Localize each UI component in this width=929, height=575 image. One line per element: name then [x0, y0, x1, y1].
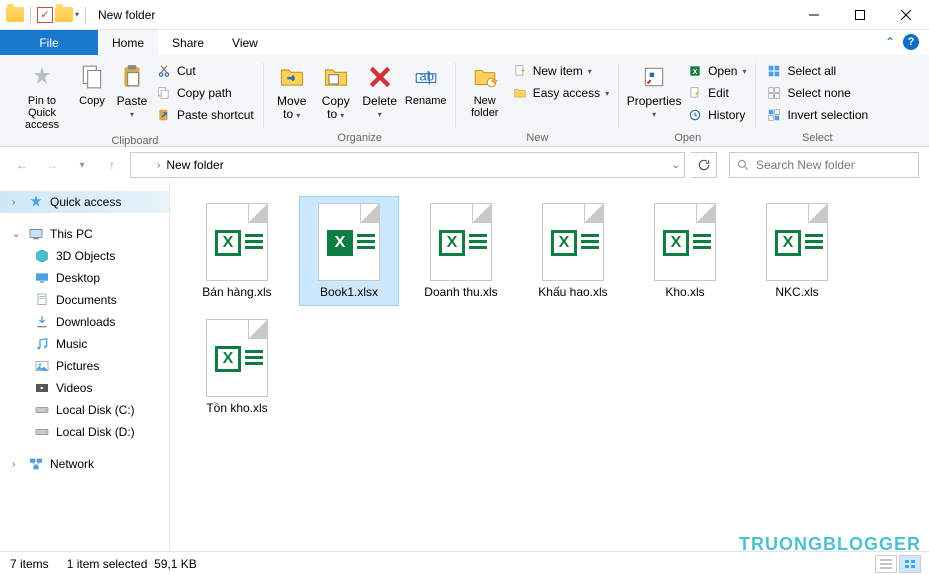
file-item[interactable]: X Doanh thu.xls	[412, 197, 510, 305]
recent-dropdown[interactable]: ▾	[70, 153, 94, 177]
open-button[interactable]: XOpen ▾	[683, 61, 750, 81]
file-name: Bán hàng.xls	[202, 285, 271, 299]
file-item[interactable]: X NKC.xls	[748, 197, 846, 305]
new-item-button[interactable]: ✦New item ▾	[508, 61, 613, 81]
rename-button[interactable]: ab Rename	[402, 59, 450, 109]
tree-quick-access[interactable]: ›Quick access	[0, 191, 169, 213]
pin-button[interactable]: Pin to Quick access	[12, 59, 72, 133]
svg-text:✦: ✦	[520, 67, 526, 75]
status-selected: 1 item selected 59,1 KB	[67, 557, 197, 571]
refresh-button[interactable]	[691, 152, 717, 178]
excel-file-icon: X	[318, 203, 380, 281]
ribbon: Pin to Quick access Copy Paste ▾ Cut Cop…	[0, 55, 929, 147]
file-item[interactable]: X Book1.xlsx	[300, 197, 398, 305]
breadcrumb-loc[interactable]: New folder	[166, 158, 223, 172]
file-item[interactable]: X Khấu hao.xls	[524, 197, 622, 305]
group-open: Properties ▾ XOpen ▾ Edit History Open	[619, 59, 756, 146]
paste-shortcut-button[interactable]: Paste shortcut	[152, 105, 258, 125]
window-title: New folder	[98, 8, 155, 22]
select-none-button[interactable]: Select none	[762, 83, 872, 103]
nav-tree: ›Quick access ⌄This PC 3D ObjectsDesktop…	[0, 183, 170, 551]
file-name: NKC.xls	[775, 285, 818, 299]
close-button[interactable]	[883, 0, 929, 30]
file-name: Book1.xlsx	[320, 285, 378, 299]
easy-access-button[interactable]: Easy access ▾	[508, 83, 613, 103]
tree-this-pc[interactable]: ⌄This PC	[0, 223, 169, 245]
up-button[interactable]: ↑	[100, 153, 124, 177]
copy-to-button[interactable]: Copy to ▾	[314, 59, 358, 124]
group-organize: Move to ▾ Copy to ▾ Delete ▾ ab Rename O…	[264, 59, 456, 146]
view-details-button[interactable]	[875, 555, 897, 573]
tree-item[interactable]: Videos	[0, 377, 169, 399]
tree-item[interactable]: Local Disk (D:)	[0, 421, 169, 443]
copy-button[interactable]: Copy	[72, 59, 112, 109]
search-input[interactable]: Search New folder	[729, 152, 919, 178]
view-large-button[interactable]	[899, 555, 921, 573]
svg-text:ab: ab	[419, 68, 433, 83]
svg-text:✦: ✦	[489, 74, 500, 89]
address-bar[interactable]: › New folder ⌄	[130, 152, 685, 178]
paste-button[interactable]: Paste ▾	[112, 59, 152, 123]
back-button[interactable]: ←	[10, 153, 34, 177]
tree-network[interactable]: ›Network	[0, 453, 169, 475]
cut-button[interactable]: Cut	[152, 61, 258, 81]
tree-item[interactable]: Local Disk (C:)	[0, 399, 169, 421]
tab-home[interactable]: Home	[98, 30, 158, 55]
excel-file-icon: X	[206, 203, 268, 281]
tab-view[interactable]: View	[218, 30, 272, 55]
status-count: 7 items	[10, 557, 49, 571]
excel-file-icon: X	[206, 319, 268, 397]
minimize-button[interactable]	[791, 0, 837, 30]
file-pane[interactable]: XBán hàng.xlsXBook1.xlsxXDoanh thu.xlsXK…	[170, 183, 929, 551]
search-icon	[736, 158, 750, 172]
qat-check-icon[interactable]: ✓	[37, 7, 53, 23]
forward-button[interactable]: →	[40, 153, 64, 177]
tree-item[interactable]: Pictures	[0, 355, 169, 377]
group-new: ✦ New folder ✦New item ▾ Easy access ▾ N…	[456, 59, 619, 146]
excel-file-icon: X	[430, 203, 492, 281]
collapse-ribbon-icon[interactable]: ⌃	[885, 35, 895, 49]
select-all-button[interactable]: Select all	[762, 61, 872, 81]
file-name: Tồn kho.xls	[206, 401, 267, 415]
new-folder-button[interactable]: ✦ New folder	[462, 59, 508, 121]
tab-share[interactable]: Share	[158, 30, 218, 55]
file-item[interactable]: X Kho.xls	[636, 197, 734, 305]
excel-file-icon: X	[542, 203, 604, 281]
delete-button[interactable]: Delete ▾	[358, 59, 402, 123]
svg-text:X: X	[693, 69, 698, 76]
group-clipboard: Pin to Quick access Copy Paste ▾ Cut Cop…	[6, 59, 264, 146]
excel-file-icon: X	[766, 203, 828, 281]
file-name: Khấu hao.xls	[538, 285, 607, 299]
tree-item[interactable]: Downloads	[0, 311, 169, 333]
help-icon[interactable]: ?	[903, 34, 919, 50]
properties-button[interactable]: Properties ▾	[625, 59, 683, 123]
title-bar: ✓ ▾ New folder	[0, 0, 929, 30]
tree-item[interactable]: Documents	[0, 289, 169, 311]
tree-item[interactable]: 3D Objects	[0, 245, 169, 267]
address-dropdown-icon[interactable]: ⌄	[672, 160, 680, 171]
file-name: Kho.xls	[665, 285, 704, 299]
tree-item[interactable]: Music	[0, 333, 169, 355]
edit-button[interactable]: Edit	[683, 83, 750, 103]
app-folder-icon	[6, 7, 24, 22]
nav-bar: ← → ▾ ↑ › New folder ⌄ Search New folder	[0, 147, 929, 183]
qat-folder-icon[interactable]	[55, 7, 73, 22]
move-to-button[interactable]: Move to ▾	[270, 59, 314, 124]
tree-item[interactable]: Desktop	[0, 267, 169, 289]
status-bar: 7 items 1 item selected 59,1 KB	[0, 551, 929, 575]
tab-file[interactable]: File	[0, 30, 98, 55]
excel-file-icon: X	[654, 203, 716, 281]
history-button[interactable]: History	[683, 105, 750, 125]
file-item[interactable]: X Bán hàng.xls	[188, 197, 286, 305]
group-select: Select all Select none Invert selection …	[756, 59, 878, 146]
copy-path-button[interactable]: Copy path	[152, 83, 258, 103]
address-folder-icon	[135, 159, 151, 172]
invert-selection-button[interactable]: Invert selection	[762, 105, 872, 125]
file-item[interactable]: X Tồn kho.xls	[188, 313, 286, 421]
ribbon-tabs: File Home Share View ⌃ ?	[0, 30, 929, 55]
file-name: Doanh thu.xls	[424, 285, 497, 299]
maximize-button[interactable]	[837, 0, 883, 30]
